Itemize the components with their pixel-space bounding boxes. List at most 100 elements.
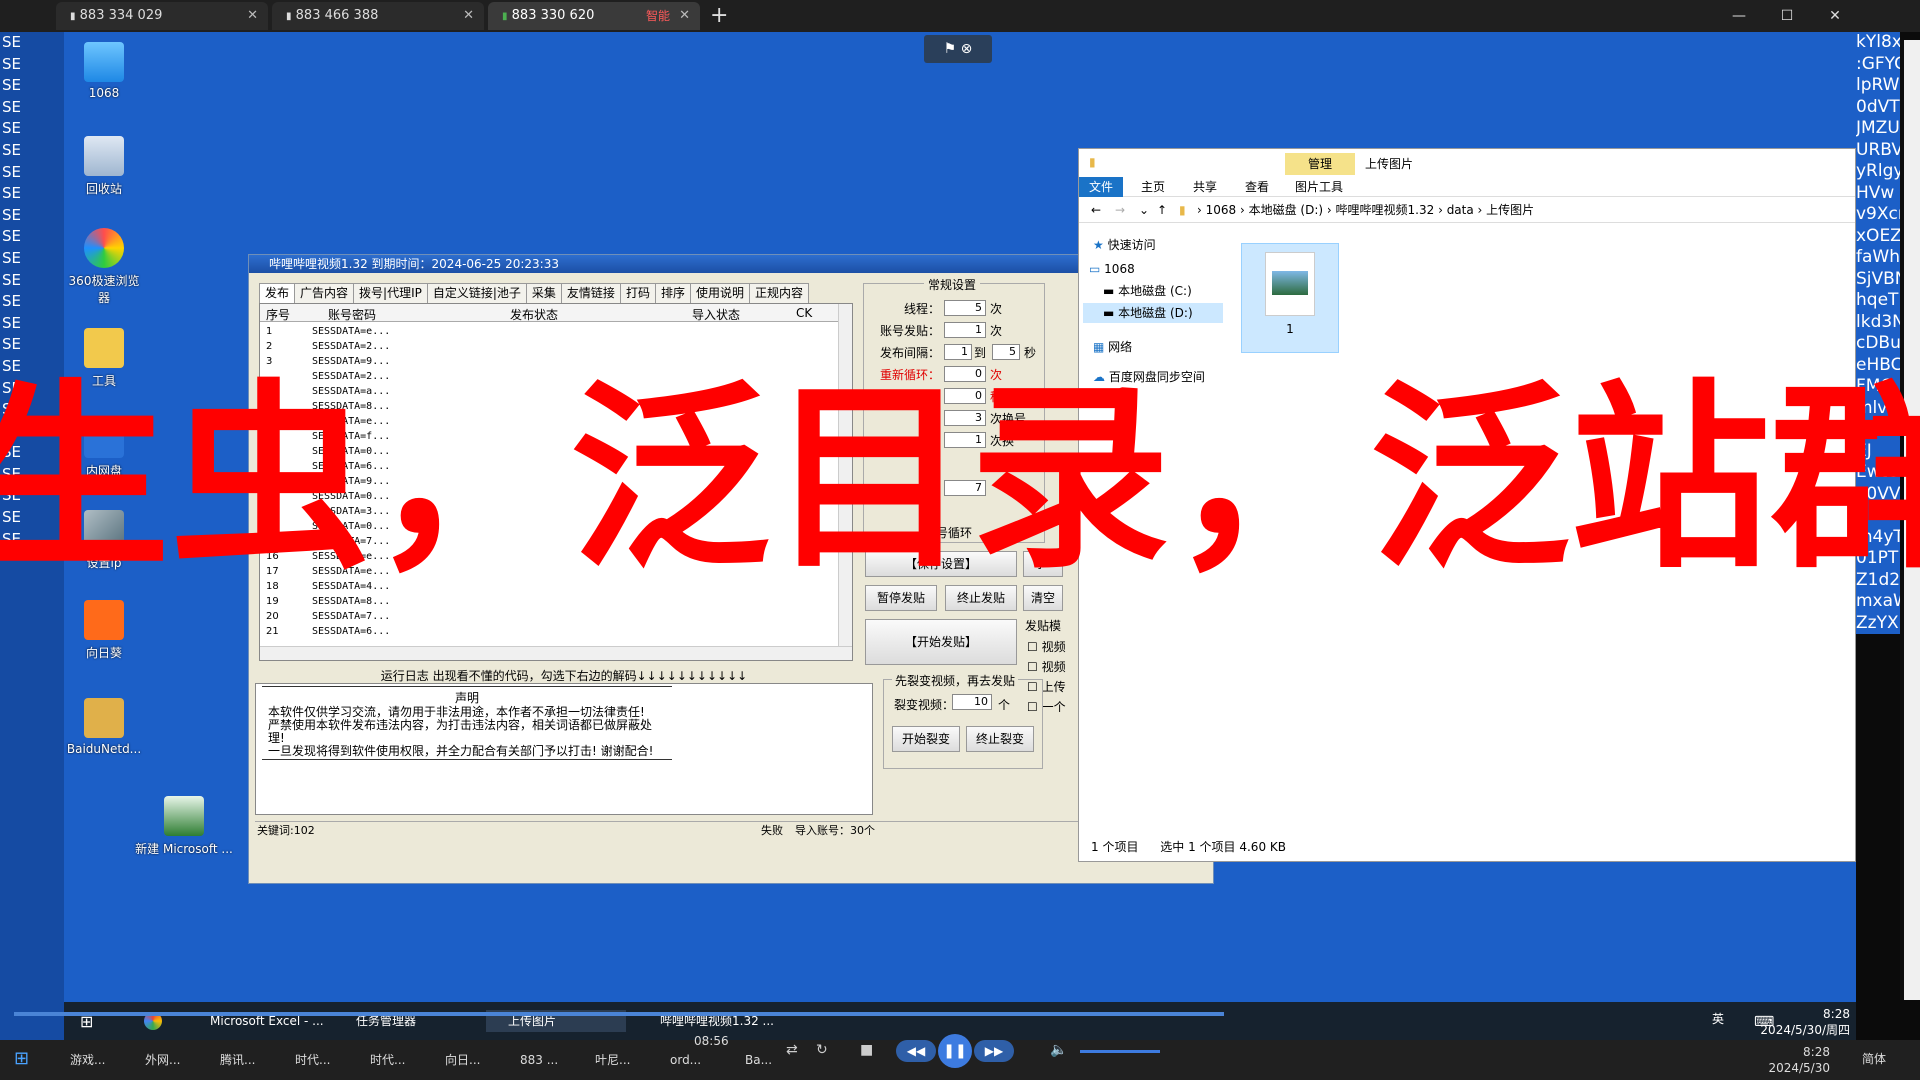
nav-1068[interactable]: ▭ 1068 bbox=[1089, 259, 1135, 279]
forward-icon[interactable]: → bbox=[1115, 197, 1125, 223]
close-circle-icon[interactable]: ⊗ bbox=[961, 41, 973, 57]
nav-quick-access[interactable]: ★ 快速访问 bbox=[1093, 235, 1156, 255]
ribbon-tab-picture-tools[interactable]: 图片工具 bbox=[1285, 177, 1353, 197]
app-tab[interactable]: 打码 bbox=[619, 283, 656, 303]
local-taskbar-item[interactable]: 腾讯... bbox=[200, 1050, 255, 1070]
desktop-icon-excel[interactable]: 新建 Microsoft ... bbox=[134, 796, 234, 857]
desktop-icon-recycle[interactable]: 回收站 bbox=[64, 136, 144, 197]
chevron-down-icon[interactable]: ⌄ bbox=[1139, 197, 1149, 223]
interval-from-input[interactable]: 1 bbox=[944, 344, 972, 360]
language-indicator[interactable]: 简体 bbox=[1862, 1050, 1886, 1067]
desktop-icon-baidu[interactable]: BaiduNetd... bbox=[64, 698, 144, 756]
flag-icon[interactable]: ⚑ bbox=[944, 41, 957, 57]
desktop-icon-netdisk[interactable]: 内网盘 bbox=[64, 418, 144, 479]
table-horizontal-scrollbar[interactable] bbox=[260, 646, 852, 660]
split-count-input[interactable]: 10 bbox=[952, 694, 992, 710]
extra-button[interactable]: 扌 bbox=[1023, 551, 1063, 577]
back-icon[interactable]: ← bbox=[1091, 197, 1101, 223]
right-scrollbar[interactable] bbox=[1904, 40, 1920, 1000]
ribbon-tab-share[interactable]: 共享 bbox=[1183, 177, 1227, 197]
run-log-area[interactable]: 声明 本软件仅供学习交流，请勿用于非法用途，本作者不承担一切法律责任! 严禁使用… bbox=[255, 683, 873, 815]
app-tab[interactable]: 使用说明 bbox=[689, 283, 750, 303]
windows-start-icon[interactable]: ⊞ bbox=[14, 1048, 29, 1069]
volume-slider[interactable] bbox=[1080, 1050, 1160, 1053]
interval-to-input[interactable]: 5 bbox=[992, 344, 1020, 360]
local-taskbar-item[interactable]: 时代... bbox=[350, 1050, 405, 1070]
local-taskbar-item[interactable]: 时代... bbox=[275, 1050, 330, 1070]
remote-toolbar[interactable]: ⚑ ⊗ bbox=[924, 35, 992, 63]
local-taskbar-item[interactable]: ord... bbox=[650, 1050, 701, 1070]
local-taskbar-item[interactable]: 外网... bbox=[125, 1050, 180, 1070]
local-taskbar-item[interactable]: 叶尼... bbox=[575, 1050, 630, 1070]
new-tab-button[interactable]: + bbox=[710, 2, 728, 30]
stop-split-button[interactable]: 终止裂变 bbox=[966, 726, 1034, 752]
breadcrumb-item[interactable]: 本地磁盘 (D:) bbox=[1249, 203, 1323, 217]
desktop-icon-setip[interactable]: 设置ip bbox=[64, 510, 144, 571]
close-icon[interactable]: ✕ bbox=[247, 2, 258, 30]
manage-tab[interactable]: 管理 bbox=[1285, 153, 1355, 175]
nav-network[interactable]: ▦ 网络 bbox=[1093, 337, 1132, 357]
start-post-button[interactable]: 【开始发贴】 bbox=[865, 619, 1017, 665]
ribbon-tab-file[interactable]: 文件 bbox=[1079, 177, 1124, 197]
volume-icon[interactable]: 🔈 bbox=[1050, 1042, 1067, 1058]
app-tab[interactable]: 正规内容 bbox=[748, 283, 809, 303]
rewind-icon[interactable]: ◀◀ bbox=[896, 1040, 936, 1062]
ime-indicator[interactable]: 英 bbox=[1712, 1010, 1724, 1027]
login-input[interactable]: 3 bbox=[944, 410, 986, 426]
stop-post-button[interactable]: 终止发贴 bbox=[945, 585, 1017, 611]
breadcrumb-item[interactable]: data bbox=[1447, 203, 1474, 217]
app-tab[interactable]: 自定义链接|池子 bbox=[426, 283, 527, 303]
fast-forward-icon[interactable]: ▶▶ bbox=[974, 1040, 1014, 1062]
post-input[interactable]: 1 bbox=[944, 432, 986, 448]
checkbox-video-2[interactable]: ☐ 视频 bbox=[1027, 657, 1066, 677]
local-taskbar-item[interactable]: 游戏... bbox=[50, 1050, 105, 1070]
repeat-icon[interactable]: ↻ bbox=[816, 1042, 828, 1058]
app-tab[interactable]: 发布 bbox=[259, 283, 296, 303]
save-settings-button[interactable]: 【保存设置】 bbox=[865, 551, 1017, 577]
explorer-titlebar[interactable]: ▮ 管理 上传图片 bbox=[1079, 149, 1855, 177]
app-tab[interactable]: 拨号|代理IP bbox=[353, 283, 428, 303]
breadcrumb-item[interactable]: 上传图片 bbox=[1486, 203, 1534, 217]
pause-post-button[interactable]: 暂停发贴 bbox=[865, 585, 937, 611]
close-icon[interactable]: ✕ bbox=[679, 2, 690, 30]
stop-icon[interactable]: ■ bbox=[860, 1042, 873, 1058]
app-tab[interactable]: 排序 bbox=[654, 283, 691, 303]
minimize-button[interactable]: — bbox=[1716, 0, 1762, 32]
threads-input[interactable]: 5 bbox=[944, 300, 986, 316]
shuffle-icon[interactable]: ⇄ bbox=[786, 1042, 798, 1058]
ribbon-tab-view[interactable]: 查看 bbox=[1235, 177, 1279, 197]
app-tab[interactable]: 采集 bbox=[525, 283, 562, 303]
app-tab[interactable]: 广告内容 bbox=[294, 283, 355, 303]
up-icon[interactable]: ↑ bbox=[1157, 197, 1167, 223]
local-taskbar-item[interactable]: 883 ... bbox=[500, 1050, 558, 1070]
pause-icon[interactable]: ❚❚ bbox=[938, 1034, 972, 1068]
app-tab[interactable]: 友情链接 bbox=[560, 283, 621, 303]
outer-tab-1[interactable]: ▮ 883 334 029 ✕ bbox=[56, 2, 268, 30]
nav-drive-c[interactable]: ▬ 本地磁盘 (C:) bbox=[1103, 281, 1192, 301]
breadcrumb-item[interactable]: 1068 bbox=[1206, 203, 1237, 217]
nav-drive-d[interactable]: ▬ 本地磁盘 (D:) bbox=[1083, 303, 1223, 323]
reloop-input[interactable]: 0 bbox=[944, 366, 986, 382]
file-item[interactable]: 1 bbox=[1241, 243, 1339, 353]
close-icon[interactable]: ✕ bbox=[463, 2, 474, 30]
local-taskbar-item[interactable]: 向日... bbox=[425, 1050, 480, 1070]
per-account-input[interactable]: 1 bbox=[944, 322, 986, 338]
nav-baidu-sync[interactable]: ☁ 百度网盘同步空间 bbox=[1093, 367, 1205, 387]
desktop-icon-sunflower[interactable]: 向日葵 bbox=[64, 600, 144, 661]
keyword-input[interactable]: 7 bbox=[944, 480, 986, 496]
outer-tab-3[interactable]: ▮ 883 330 620 智能 ✕ bbox=[488, 2, 700, 30]
desktop-icon-360[interactable]: 360极速浏览器 bbox=[64, 228, 144, 306]
desktop-icon-tools[interactable]: 工具 bbox=[64, 328, 144, 389]
start-split-button[interactable]: 开始裂变 bbox=[892, 726, 960, 752]
table-vertical-scrollbar[interactable] bbox=[838, 304, 852, 660]
maximize-button[interactable]: ☐ bbox=[1764, 0, 1810, 32]
breadcrumb-item[interactable]: 哔哩哔哩视频1.32 bbox=[1336, 203, 1435, 217]
video-progress-bar[interactable] bbox=[14, 1012, 1224, 1016]
outer-tab-2[interactable]: ▮ 883 466 388 ✕ bbox=[272, 2, 484, 30]
address-bar[interactable]: ← → ⌄ ↑ ▮ › 1068 › 本地磁盘 (D:) › 哔哩哔哩视频1.3… bbox=[1079, 197, 1855, 223]
loop-input[interactable]: 0 bbox=[944, 388, 986, 404]
clear-button[interactable]: 清空 bbox=[1023, 585, 1063, 611]
ribbon-tab-home[interactable]: 主页 bbox=[1131, 177, 1175, 197]
checkbox-video-1[interactable]: ☐ 视频 bbox=[1027, 637, 1066, 657]
desktop-icon-computer[interactable]: 1068 bbox=[64, 42, 144, 100]
